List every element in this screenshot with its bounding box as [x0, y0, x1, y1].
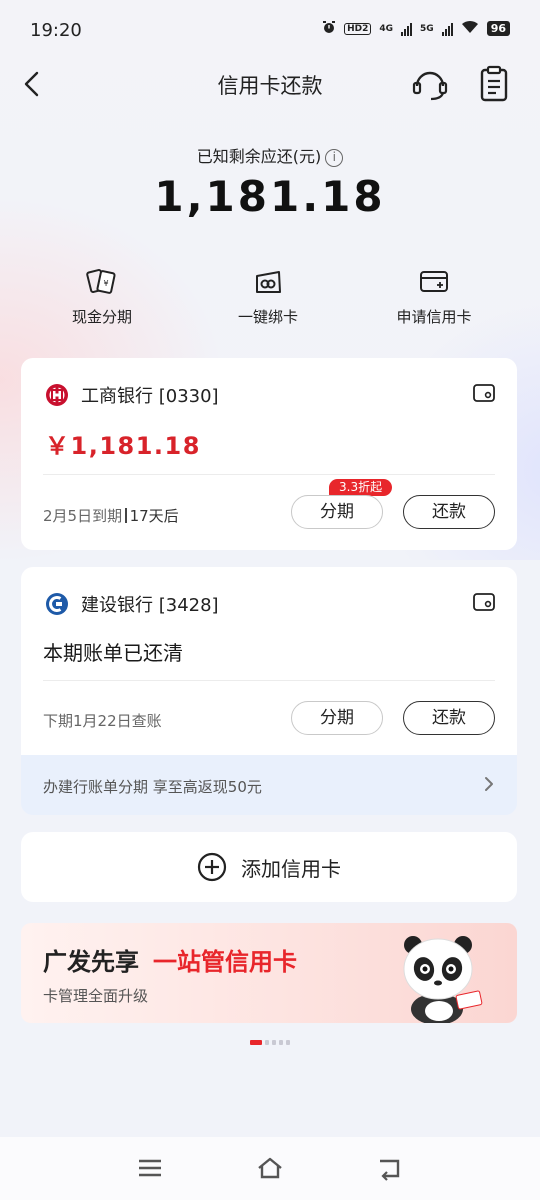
due-date: 2月5日到期 [43, 507, 123, 525]
status-bar: 19:20 HD2 4G 5G 96 [0, 0, 540, 62]
wifi-icon [461, 20, 479, 37]
system-navigation-bar [0, 1137, 540, 1200]
signal-bars-icon [401, 22, 413, 36]
card-due-amount: ￥1,181.18 [45, 432, 201, 460]
installment-button[interactable]: 分期 [291, 495, 383, 529]
bank-name: 建设银行 [3428] [81, 595, 219, 616]
status-icons: HD2 4G 5G 96 [322, 20, 510, 37]
icbc-logo-icon [46, 384, 68, 406]
header: 信用卡还款 [0, 58, 540, 110]
alarm-icon [322, 20, 336, 37]
carousel-dot [286, 1040, 290, 1045]
quick-action-label: 现金分期 [71, 308, 132, 326]
next-bill-info: 下期1月22日查账 [43, 712, 162, 730]
info-icon[interactable]: i [325, 149, 344, 167]
clipboard-icon[interactable] [478, 65, 510, 103]
carousel-indicator [250, 1040, 290, 1045]
chevron-right-icon [485, 777, 493, 791]
separator [125, 508, 127, 523]
repay-button[interactable]: 还款 [403, 701, 495, 735]
banner-subtitle: 卡管理全面升级 [43, 987, 149, 1005]
cash-installment-icon: ¥ [86, 269, 116, 294]
panda-mascot-icon [403, 936, 483, 1023]
banner-title: 广发先享 一站管信用卡 [43, 942, 297, 977]
network-4g-label: 4G [379, 23, 394, 34]
plus-circle-icon [197, 852, 227, 882]
quick-action-cash-installment[interactable]: ¥ 现金分期 [12, 266, 192, 327]
repay-button[interactable]: 还款 [403, 495, 495, 529]
home-icon[interactable] [256, 1155, 284, 1181]
menu-icon[interactable] [136, 1155, 164, 1181]
status-time: 19:20 [30, 20, 82, 41]
apply-card-icon [420, 271, 448, 292]
add-card-label: 添加信用卡 [241, 856, 341, 881]
quick-action-apply-card[interactable]: 申请信用卡 [344, 266, 524, 327]
card-settings-icon[interactable] [473, 593, 495, 611]
bank-row: 建设银行 [3428] [45, 591, 219, 617]
carousel-dot [272, 1040, 276, 1045]
divider [43, 680, 495, 681]
promo-text: 办建行账单分期 享至高返现50元 [43, 778, 262, 796]
credit-card-ccb[interactable]: 建设银行 [3428] 本期账单已还清 下期1月22日查账 分期 还款 [21, 567, 517, 755]
quick-action-label: 一键绑卡 [237, 308, 298, 326]
banner-title-highlight: 一站管信用卡 [153, 948, 297, 976]
bind-card-icon [256, 271, 281, 293]
headset-icon[interactable] [411, 66, 449, 102]
installment-button[interactable]: 分期 [291, 701, 383, 735]
carousel-dot [279, 1040, 283, 1045]
installment-promo-strip[interactable]: 办建行账单分期 享至高返现50元 [21, 755, 517, 815]
discount-badge: 3.3折起 [329, 479, 393, 496]
divider [43, 474, 495, 475]
svg-text:¥: ¥ [103, 279, 108, 288]
remaining-due-text: 已知剩余应还(元) [196, 147, 322, 166]
bank-row: 工商银行 [0330] [45, 382, 219, 408]
due-info: 2月5日到期 17天后 [43, 505, 179, 526]
remaining-due-label: 已知剩余应还(元) i [0, 143, 540, 167]
page-title: 信用卡还款 [217, 74, 323, 98]
banner-title-brand: 广发先享 [43, 948, 139, 976]
bank-name: 工商银行 [0330] [81, 386, 219, 407]
credit-card-icbc[interactable]: 工商银行 [0330] ￥1,181.18 2月5日到期 17天后 3.3折起 分… [21, 358, 517, 550]
hd-indicator: HD2 [344, 22, 372, 35]
add-credit-card-button[interactable]: 添加信用卡 [21, 832, 517, 902]
quick-action-bind-card[interactable]: 一键绑卡 [178, 266, 358, 327]
remaining-due-amount: 1,181.18 [154, 172, 386, 221]
carousel-dot [265, 1040, 269, 1045]
back-nav-icon[interactable] [376, 1155, 404, 1181]
battery-indicator: 96 [486, 21, 510, 36]
promo-banner[interactable]: 广发先享 一站管信用卡 卡管理全面升级 [21, 923, 517, 1023]
network-5g-label: 5G [420, 23, 434, 34]
quick-action-label: 申请信用卡 [396, 308, 472, 326]
due-countdown: 17天后 [129, 507, 179, 525]
carousel-dot-active [250, 1040, 262, 1045]
card-settings-icon[interactable] [473, 384, 495, 402]
bill-status: 本期账单已还清 [43, 641, 183, 665]
signal-bars-icon-2 [441, 22, 453, 36]
ccb-logo-icon [46, 593, 68, 615]
